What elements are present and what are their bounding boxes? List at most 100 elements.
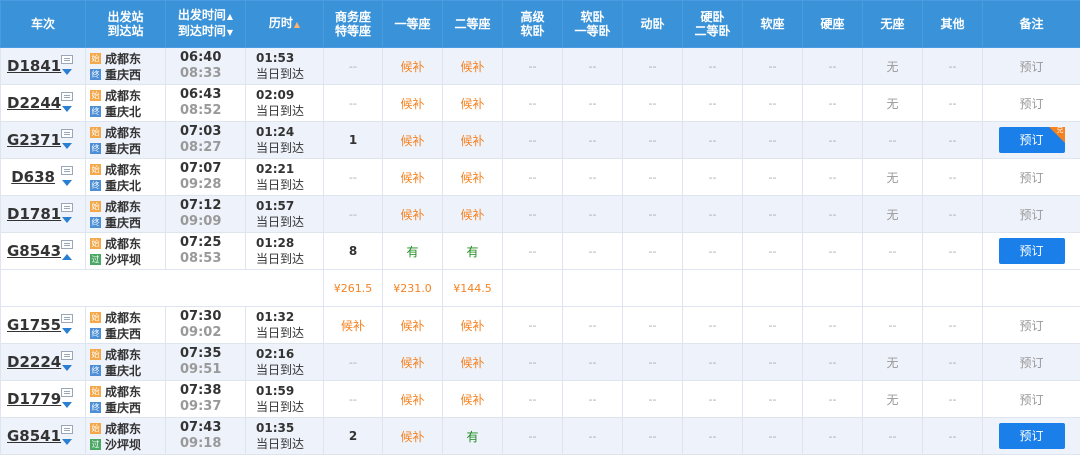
seat-second[interactable]: 候补 [442, 195, 503, 233]
train-cell[interactable]: G8543 [0, 232, 86, 270]
seat-business[interactable]: 候补 [323, 306, 383, 344]
sort-up-icon[interactable]: ▲ [227, 12, 233, 21]
caret-down-icon[interactable] [62, 439, 72, 445]
train-number-link[interactable]: G1755 [7, 316, 61, 334]
sort-down-icon[interactable]: ▼ [227, 28, 233, 37]
col-business: 商务座 特等座 [323, 0, 383, 48]
seat-first[interactable]: 候补 [382, 84, 443, 122]
seat-first[interactable]: 候补 [382, 158, 443, 196]
remark-cell[interactable]: 预订兑 [982, 121, 1080, 159]
seat-no-seat: 无 [862, 47, 923, 85]
table-row[interactable]: G8541 始成都东过沙坪坝 07:43 09:18 01:35 当日到达 2 候补有 -- --… [0, 417, 1080, 455]
train-number-link[interactable]: D2244 [7, 94, 61, 112]
train-cell[interactable]: G8541 [0, 417, 86, 455]
caret-up-icon[interactable] [62, 254, 72, 260]
seat-business: -- [323, 343, 383, 381]
caret-down-icon[interactable] [62, 143, 72, 149]
seat-second[interactable]: 有 [442, 417, 503, 455]
remark-cell[interactable]: 预订 [982, 417, 1080, 455]
table-row[interactable]: D1779 始成都东终重庆西 07:38 09:37 01:59 当日到达 -- 候补 候补 --… [0, 380, 1080, 418]
seat-second[interactable]: 候补 [442, 343, 503, 381]
train-number-link[interactable]: G8543 [7, 242, 61, 260]
train-info-icon[interactable] [61, 203, 73, 212]
seat-first[interactable]: 候补 [382, 306, 443, 344]
duration: 01:32 [256, 310, 295, 324]
seat-second[interactable]: 有 [442, 232, 503, 270]
seat-first[interactable]: 候补 [382, 417, 443, 455]
seat-first[interactable]: 候补 [382, 47, 443, 85]
train-info-icon[interactable] [61, 55, 73, 64]
seat-second[interactable]: 候补 [442, 47, 503, 85]
col-train: 车次 [0, 0, 86, 48]
seat-hard-seat: -- [802, 84, 863, 122]
seat-first[interactable]: 有 [382, 232, 443, 270]
train-cell[interactable]: D1841 [0, 47, 86, 85]
book-button[interactable]: 预订 [998, 423, 1065, 449]
seat-second[interactable]: 候补 [442, 158, 503, 196]
table-row[interactable]: D2224 始成都东终重庆北 07:35 09:51 02:16 当日到达 -- 候补 候补 --… [0, 343, 1080, 381]
train-info-icon[interactable] [61, 166, 73, 175]
train-info-icon[interactable] [61, 92, 73, 101]
table-row[interactable]: D1841 始成都东终重庆西 06:40 08:33 01:53 当日到达 -- 候补 候补 --… [0, 47, 1080, 85]
duration-cell: 01:35 当日到达 [245, 417, 324, 455]
caret-down-icon[interactable] [62, 69, 72, 75]
seat-first[interactable]: 候补 [382, 195, 443, 233]
train-cell[interactable]: G1755 [0, 306, 86, 344]
sort-up-icon[interactable]: ▲ [294, 20, 300, 29]
train-number-link[interactable]: G8541 [7, 427, 61, 445]
seat-second[interactable]: 候补 [442, 380, 503, 418]
train-info-icon[interactable] [61, 129, 73, 138]
caret-down-icon[interactable] [62, 328, 72, 334]
departure-time: 07:03 [180, 124, 222, 139]
caret-down-icon[interactable] [62, 180, 72, 186]
seat-other: -- [922, 306, 983, 344]
col-duration[interactable]: 历时▲ [245, 0, 324, 48]
station-cell: 始成都东终重庆西 [85, 121, 166, 159]
train-number-link[interactable]: D1841 [7, 57, 61, 75]
seat-business[interactable]: 1 [323, 121, 383, 159]
seat-business[interactable]: 8 [323, 232, 383, 270]
train-info-icon[interactable] [61, 425, 73, 434]
seat-second[interactable]: 候补 [442, 121, 503, 159]
caret-down-icon[interactable] [62, 106, 72, 112]
seat-second[interactable]: 候补 [442, 306, 503, 344]
seat-first[interactable]: 候补 [382, 343, 443, 381]
train-cell[interactable]: D638 [0, 158, 86, 196]
train-number-link[interactable]: D1779 [7, 390, 61, 408]
table-row[interactable]: G1755 始成都东终重庆西 07:30 09:02 01:32 当日到达 候补 候补 候补 --… [0, 306, 1080, 344]
caret-down-icon[interactable] [62, 402, 72, 408]
seat-first[interactable]: 候补 [382, 380, 443, 418]
book-button[interactable]: 预订 [998, 238, 1065, 264]
table-row[interactable]: D1781 始成都东终重庆西 07:12 09:09 01:57 当日到达 -- 候补 候补 --… [0, 195, 1080, 233]
train-cell[interactable]: D1781 [0, 195, 86, 233]
train-number-link[interactable]: D1781 [7, 205, 61, 223]
table-row[interactable]: D2244 始成都东终重庆北 06:43 08:52 02:09 当日到达 -- 候补 候补 --… [0, 84, 1080, 122]
train-info-icon[interactable] [61, 240, 73, 249]
remark-cell: 预订 [982, 343, 1080, 381]
seat-first[interactable]: 候补 [382, 121, 443, 159]
to-station: 重庆西 [105, 67, 142, 82]
train-cell[interactable]: D1779 [0, 380, 86, 418]
caret-down-icon[interactable] [62, 365, 72, 371]
to-station: 沙坪坝 [105, 252, 142, 267]
train-info-icon[interactable] [61, 351, 73, 360]
train-number-link[interactable]: D2224 [7, 353, 61, 371]
price-empty [862, 269, 923, 307]
seat-business[interactable]: 2 [323, 417, 383, 455]
col-time[interactable]: 出发时间▲ 到达时间▼ [165, 0, 246, 48]
caret-down-icon[interactable] [62, 217, 72, 223]
book-button[interactable]: 预订兑 [998, 126, 1065, 153]
table-row[interactable]: D638 始成都东终重庆北 07:07 09:28 02:21 当日到达 -- 候补 候补 -- -… [0, 158, 1080, 196]
seat-second[interactable]: 候补 [442, 84, 503, 122]
train-cell[interactable]: D2224 [0, 343, 86, 381]
train-number-link[interactable]: G2371 [7, 131, 61, 149]
train-info-icon[interactable] [61, 388, 73, 397]
remark-cell[interactable]: 预订 [982, 232, 1080, 270]
train-cell[interactable]: G2371 [0, 121, 86, 159]
to-station: 重庆西 [105, 326, 142, 341]
train-info-icon[interactable] [61, 314, 73, 323]
table-row[interactable]: G8543 始成都东过沙坪坝 07:25 08:53 01:28 当日到达 8 有有 -- -- -… [0, 232, 1080, 270]
table-row[interactable]: G2371 始成都东终重庆西 07:03 08:27 01:24 当日到达 1 候补 候补 -- -… [0, 121, 1080, 159]
train-cell[interactable]: D2244 [0, 84, 86, 122]
train-number-link[interactable]: D638 [7, 168, 55, 186]
